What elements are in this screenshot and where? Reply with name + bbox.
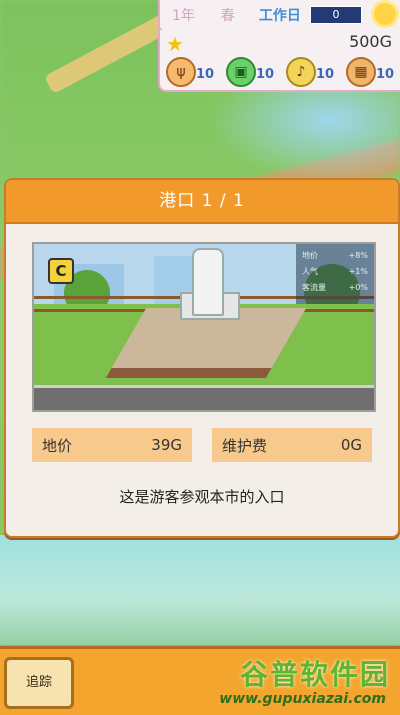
stat-value: 10 [316, 67, 335, 82]
bonus-row: 人气 +1% [302, 264, 368, 280]
season-label: 春 [220, 8, 235, 24]
bonus-label: 客流量 [302, 283, 326, 292]
bonus-overlay: 地价 +8% 人气 +1% 客流量 +0% [296, 244, 374, 304]
money-bar: ★ 500G [158, 30, 400, 56]
facility-description: 这是游客参观本市的入口 [119, 488, 285, 506]
bonus-row: 客流量 +0% [302, 280, 368, 296]
maintenance-box: 维护费 0G [212, 428, 372, 462]
watermark-url: www.gupuxiazai.com [219, 691, 386, 707]
lighthouse-tower [192, 248, 224, 316]
money-value: 500G [349, 32, 392, 51]
road [34, 385, 374, 410]
stat-shopping: ▣ 10 [226, 57, 284, 87]
music-note-icon: ♪ [286, 57, 316, 87]
frame-icon: ▦ [346, 57, 376, 87]
stat-value: 10 [376, 67, 395, 82]
day-type-label: 工作日 [258, 8, 301, 24]
land-price-label: 地价 [42, 436, 73, 455]
stat-culture: ▦ 10 [346, 57, 400, 87]
bonus-value: +1% [348, 267, 368, 276]
stats-bar: ψ 10 ▣ 10 ♪ 10 ▦ 10 [158, 54, 400, 92]
rank-badge: C [48, 258, 74, 284]
watermark: 谷普软件园 www.gupuxiazai.com [210, 649, 390, 715]
land-price-value: 39G [151, 436, 182, 454]
stat-food: ψ 10 [166, 57, 224, 87]
stat-music: ♪ 10 [286, 57, 344, 87]
facility-dialog: 港口 1 / 1 C 地价 +8% 人气 +1% 客流量 +0% 地价 39G … [4, 178, 400, 538]
star-icon: ★ [166, 32, 184, 56]
maintenance-label: 维护费 [222, 436, 268, 455]
bonus-label: 人气 [302, 267, 318, 276]
bag-icon: ▣ [226, 57, 256, 87]
dialog-title: 港口 1 / 1 [6, 180, 398, 224]
bonus-row: 地价 +8% [302, 248, 368, 264]
bonus-value: +0% [348, 283, 368, 292]
land-price-box: 地价 39G [32, 428, 192, 462]
bonus-value: +8% [348, 251, 368, 260]
sun-icon [374, 3, 396, 25]
year-label: 1年 [172, 8, 195, 24]
maintenance-value: 0G [340, 436, 362, 454]
track-button[interactable]: 追踪 [4, 657, 74, 709]
facility-preview: C 地价 +8% 人气 +1% 客流量 +0% [32, 242, 376, 412]
bonus-label: 地价 [302, 251, 318, 260]
moon-counter: 0 [310, 6, 362, 24]
fork-knife-icon: ψ [166, 57, 196, 87]
background-water [0, 535, 400, 645]
stat-value: 10 [256, 67, 275, 82]
bottom-toolbar: 追踪 谷普软件园 www.gupuxiazai.com [0, 646, 400, 715]
watermark-title: 谷普软件园 [239, 658, 390, 691]
stat-value: 10 [196, 67, 215, 82]
date-bar: 1年 春 工作日 0 [158, 0, 400, 32]
